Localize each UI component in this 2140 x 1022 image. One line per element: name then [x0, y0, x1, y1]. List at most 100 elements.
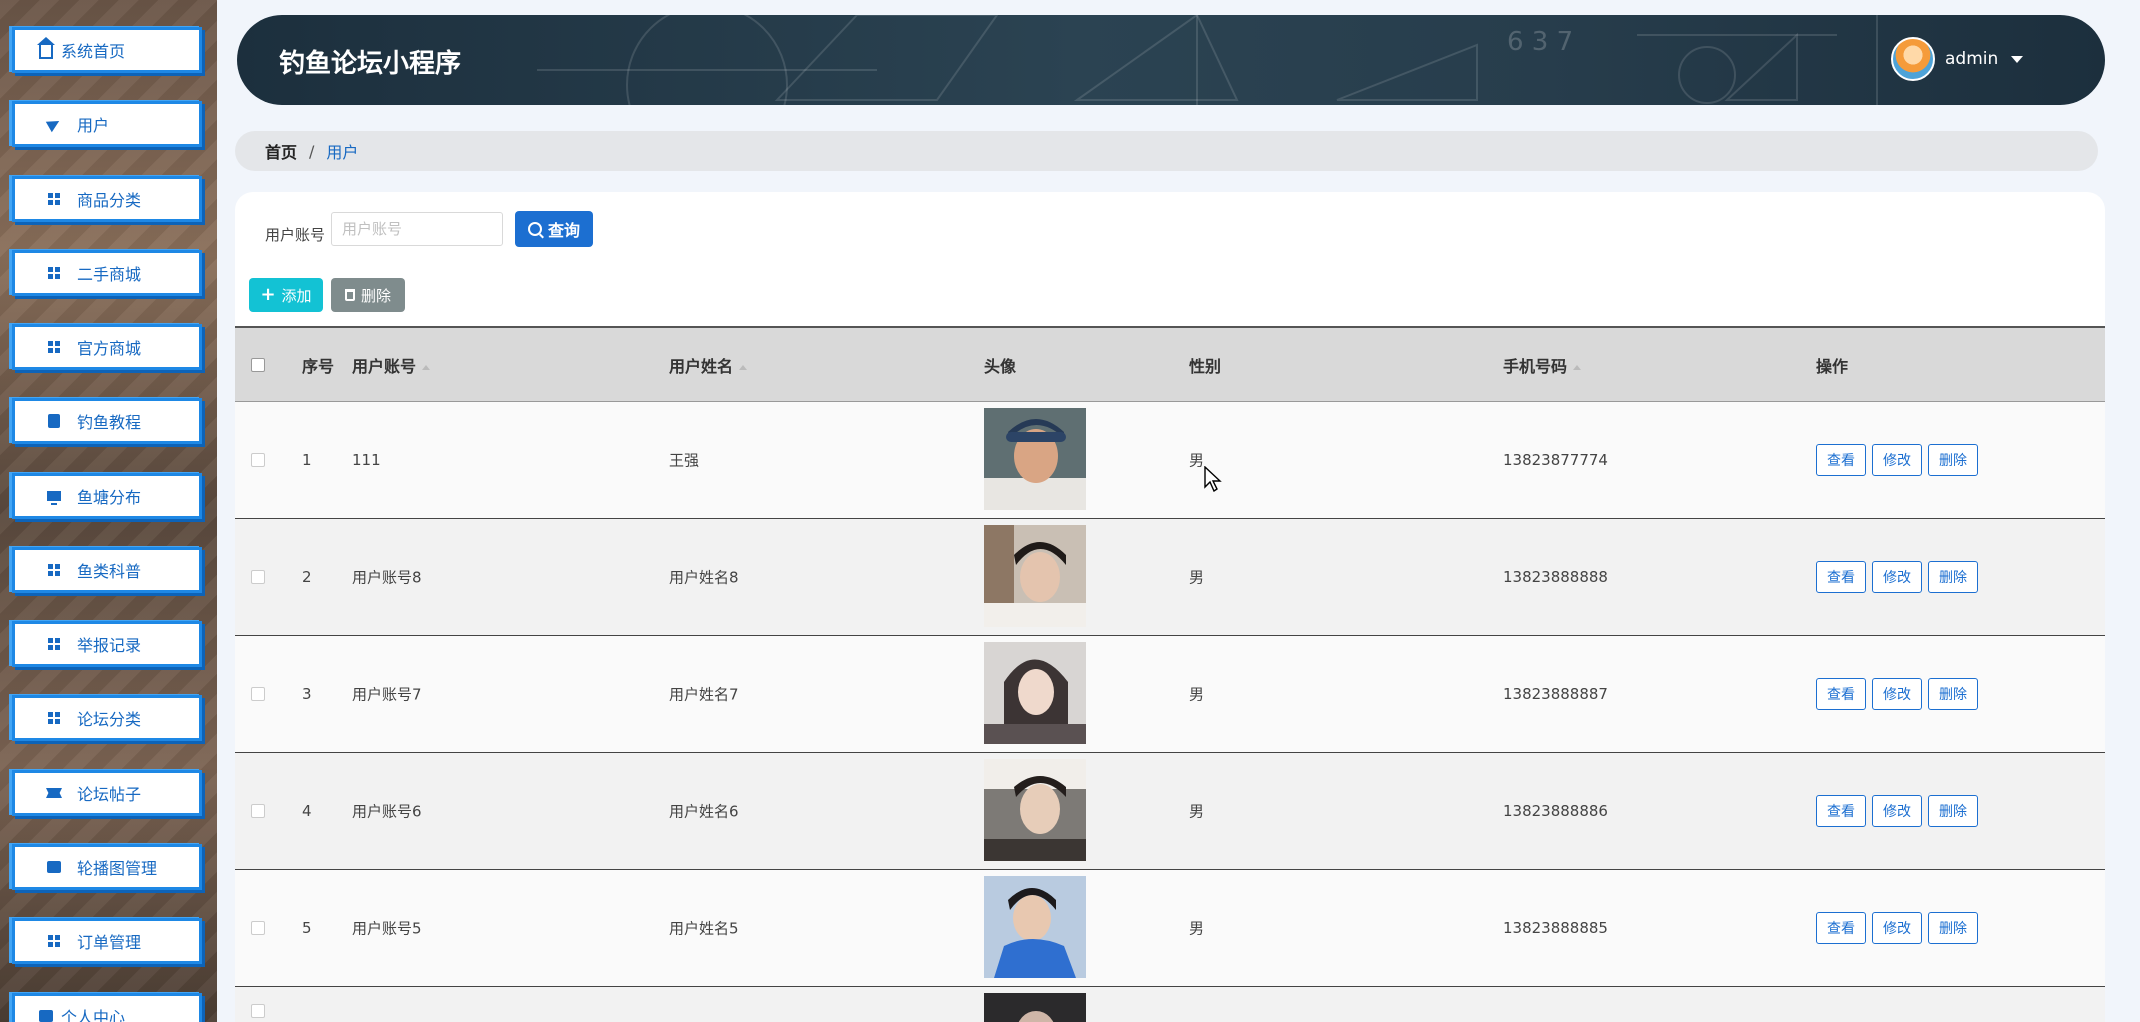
row-checkbox[interactable]	[251, 921, 265, 935]
header-account[interactable]: 用户账号	[352, 353, 431, 377]
row-delete-button[interactable]: 删除	[1928, 444, 1978, 476]
delete-button-label: 删除	[360, 286, 391, 305]
row-actions: 查看 修改 删除	[1816, 795, 1978, 827]
view-button[interactable]: 查看	[1816, 444, 1866, 476]
row-index: 3	[302, 685, 312, 703]
edit-button[interactable]: 修改	[1872, 795, 1922, 827]
edit-button[interactable]: 修改	[1872, 561, 1922, 593]
row-name: 用户姓名6	[669, 802, 739, 821]
header-phone[interactable]: 手机号码	[1503, 353, 1582, 377]
row-index: 2	[302, 568, 312, 586]
avatar[interactable]	[1891, 37, 1935, 81]
header-name[interactable]: 用户姓名	[669, 353, 748, 377]
search-label: 用户账号	[265, 226, 326, 244]
breadcrumb-separator: /	[309, 141, 315, 161]
grid-icon	[43, 191, 65, 207]
row-name: 用户姓名8	[669, 568, 739, 587]
view-button[interactable]: 查看	[1816, 678, 1866, 710]
row-delete-button[interactable]: 删除	[1928, 912, 1978, 944]
row-actions: 查看 修改 删除	[1816, 561, 1978, 593]
sidebar-item-fish-science[interactable]: 鱼类科普	[12, 547, 202, 593]
edit-button[interactable]: 修改	[1872, 912, 1922, 944]
row-gender: 男	[1189, 919, 1205, 938]
row-gender: 男	[1189, 568, 1205, 587]
breadcrumb-home[interactable]: 首页	[265, 139, 297, 163]
query-button[interactable]: 查询	[515, 211, 593, 247]
row-account: 用户账号7	[352, 685, 422, 704]
edit-button[interactable]: 修改	[1872, 678, 1922, 710]
sidebar-item-official-mall[interactable]: 官方商城	[12, 324, 202, 370]
row-name: 用户姓名7	[669, 685, 739, 704]
row-checkbox[interactable]	[251, 687, 265, 701]
sidebar-item-label: 二手商城	[77, 265, 142, 284]
row-name: 王强	[669, 451, 700, 470]
sidebar-item-label: 论坛分类	[77, 710, 142, 729]
row-checkbox[interactable]	[251, 453, 265, 467]
sidebar-item-forum-category[interactable]: 论坛分类	[12, 695, 202, 741]
sidebar-item-fishing-tutorial[interactable]: 钓鱼教程	[12, 398, 202, 444]
sidebar-item-carousel[interactable]: 轮播图管理	[12, 844, 202, 890]
sidebar-item-personal-center[interactable]: 个人中心	[12, 993, 202, 1022]
sort-icon[interactable]	[1573, 364, 1582, 370]
sidebar-item-second-hand-mall[interactable]: 二手商城	[12, 250, 202, 296]
grid-icon	[43, 933, 65, 949]
home-icon	[35, 37, 57, 59]
plus-icon: +	[260, 284, 276, 305]
sidebar-item-users[interactable]: 用户	[12, 101, 202, 147]
user-avatar-photo	[984, 525, 1086, 627]
user-name[interactable]: admin	[1945, 49, 1998, 69]
caret-down-icon[interactable]	[2011, 56, 2023, 63]
table-row: 4 用户账号6 用户姓名6 男 13823888886 查看 修改 删除	[235, 753, 2105, 870]
user-avatar-photo	[984, 642, 1086, 744]
row-phone: 13823888888	[1503, 568, 1608, 586]
row-account: 111	[352, 451, 381, 469]
row-delete-button[interactable]: 删除	[1928, 678, 1978, 710]
sidebar: 系统首页 用户 商品分类 二手商城 官方商城 钓鱼教程 鱼塘分布 鱼类科普 举报…	[0, 0, 217, 1022]
main-content: 用户账号 查询 + 添加 删除 序号 用户账号 用户姓名 头像 性别 手机号码 …	[235, 192, 2105, 1022]
top-header: 6 3 7 钓鱼论坛小程序 admin	[237, 15, 2105, 105]
row-index: 1	[302, 451, 312, 469]
row-checkbox[interactable]	[251, 570, 265, 584]
table-header: 序号 用户账号 用户姓名 头像 性别 手机号码 操作	[235, 328, 2105, 402]
sidebar-item-label: 订单管理	[77, 933, 142, 952]
user-avatar-photo	[984, 993, 1086, 1022]
edit-button[interactable]: 修改	[1872, 444, 1922, 476]
view-button[interactable]: 查看	[1816, 561, 1866, 593]
header-index: 序号	[302, 356, 335, 376]
row-actions: 查看 修改 删除	[1816, 678, 1978, 710]
deco-numbers: 6 3 7	[1507, 27, 1573, 57]
trash-icon	[344, 289, 355, 301]
search-input[interactable]	[331, 212, 503, 246]
sidebar-item-pond-distribution[interactable]: 鱼塘分布	[12, 473, 202, 519]
grid-icon	[43, 265, 65, 281]
sidebar-item-orders[interactable]: 订单管理	[12, 918, 202, 964]
sidebar-item-label: 鱼类科普	[77, 562, 142, 581]
row-actions: 查看 修改 删除	[1816, 444, 1978, 476]
card-icon	[43, 859, 65, 875]
row-phone: 13823888887	[1503, 685, 1608, 703]
sidebar-item-report-records[interactable]: 举报记录	[12, 621, 202, 667]
row-checkbox[interactable]	[251, 1004, 265, 1018]
sidebar-item-label: 举报记录	[77, 636, 142, 655]
row-delete-button[interactable]: 删除	[1928, 561, 1978, 593]
sort-icon[interactable]	[422, 364, 431, 370]
delete-button[interactable]: 删除	[331, 278, 405, 312]
search-icon	[527, 222, 542, 236]
query-button-label: 查询	[547, 221, 580, 240]
table-row: 1 111 王强 男 13823877774 查看 修改 删除	[235, 402, 2105, 519]
sidebar-item-label: 官方商城	[77, 339, 142, 358]
row-actions: 查看 修改 删除	[1816, 912, 1978, 944]
row-checkbox[interactable]	[251, 804, 265, 818]
add-button[interactable]: + 添加	[249, 278, 323, 312]
row-delete-button[interactable]: 删除	[1928, 795, 1978, 827]
sidebar-item-home[interactable]: 系统首页	[12, 27, 202, 73]
header-actions: 操作	[1816, 356, 1849, 376]
sidebar-item-forum-posts[interactable]: 论坛帖子	[12, 770, 202, 816]
app-title: 钓鱼论坛小程序	[279, 49, 462, 79]
sidebar-item-product-category[interactable]: 商品分类	[12, 176, 202, 222]
view-button[interactable]: 查看	[1816, 795, 1866, 827]
select-all-checkbox[interactable]	[251, 357, 265, 372]
sort-icon[interactable]	[739, 364, 748, 370]
view-button[interactable]: 查看	[1816, 912, 1866, 944]
row-account: 用户账号8	[352, 568, 422, 587]
